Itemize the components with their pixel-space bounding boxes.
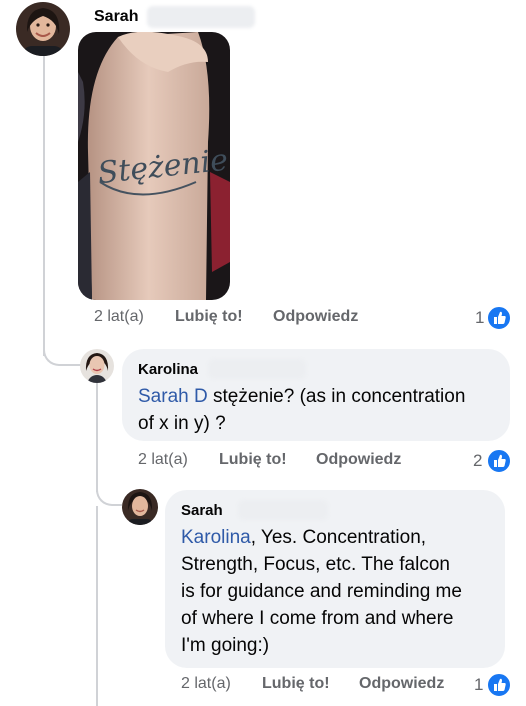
- thumbs-up-icon: [486, 448, 512, 474]
- comment-text-line: is for guidance and reminding me: [181, 581, 462, 602]
- avatar[interactable]: [16, 2, 70, 56]
- tattoo-photo[interactable]: Stężenie: [78, 32, 230, 300]
- like-count[interactable]: 2: [473, 451, 482, 471]
- thumbs-up-icon: [486, 672, 512, 698]
- redacted-surname: [147, 6, 255, 28]
- thumbs-up-icon: [486, 305, 512, 331]
- like-label[interactable]: Lubię to!: [219, 451, 287, 468]
- reply-label[interactable]: Odpowiedz: [316, 451, 401, 468]
- comment-time[interactable]: 2 lat(a): [138, 451, 188, 469]
- comment-author[interactable]: Sarah: [181, 502, 223, 519]
- comment-author[interactable]: Karolina: [138, 361, 198, 378]
- thread-connector-1: [43, 330, 81, 366]
- like-label[interactable]: Lubię to!: [175, 308, 243, 325]
- avatar[interactable]: [80, 349, 114, 383]
- comment-text-line: of where I come from and where: [181, 608, 454, 629]
- mention-link[interactable]: Karolina: [181, 527, 251, 548]
- avatar[interactable]: [122, 489, 158, 525]
- thread-line-reply-2: [96, 506, 98, 706]
- reply-link[interactable]: Odpowiedz: [316, 451, 401, 469]
- reply-label[interactable]: Odpowiedz: [273, 308, 358, 325]
- like-label[interactable]: Lubię to!: [262, 675, 330, 692]
- comment-text: Sarah D stężenie? (as in concentration o…: [138, 383, 465, 437]
- like-link[interactable]: Lubię to!: [175, 308, 243, 326]
- reply-link[interactable]: Odpowiedz: [359, 675, 444, 693]
- comment-text-line: stężenie? (as in concentration: [207, 386, 466, 407]
- like-link[interactable]: Lubię to!: [262, 675, 330, 693]
- comment-text-line: of x in y) ?: [138, 413, 226, 434]
- comment-text-line: Strength, Focus, etc. The falcon: [181, 554, 450, 575]
- redacted-surname: [208, 359, 306, 379]
- redacted-surname: [238, 500, 328, 520]
- comment-text: Karolina, Yes. Concentration, Strength, …: [181, 524, 462, 659]
- like-link[interactable]: Lubię to!: [219, 451, 287, 469]
- reply-label[interactable]: Odpowiedz: [359, 675, 444, 692]
- mention-link[interactable]: Sarah D: [138, 386, 208, 407]
- comment-text-line: I'm going:): [181, 635, 270, 656]
- like-count[interactable]: 1: [474, 675, 483, 695]
- reply-link[interactable]: Odpowiedz: [273, 308, 358, 326]
- like-count[interactable]: 1: [475, 308, 484, 328]
- comment-author[interactable]: Sarah: [94, 8, 138, 26]
- comment-time[interactable]: 2 lat(a): [181, 675, 231, 693]
- comment-time[interactable]: 2 lat(a): [94, 308, 144, 326]
- thread-connector-2: [96, 470, 122, 506]
- thread-line-main: [43, 56, 45, 356]
- comment-text-line: , Yes. Concentration,: [250, 527, 427, 548]
